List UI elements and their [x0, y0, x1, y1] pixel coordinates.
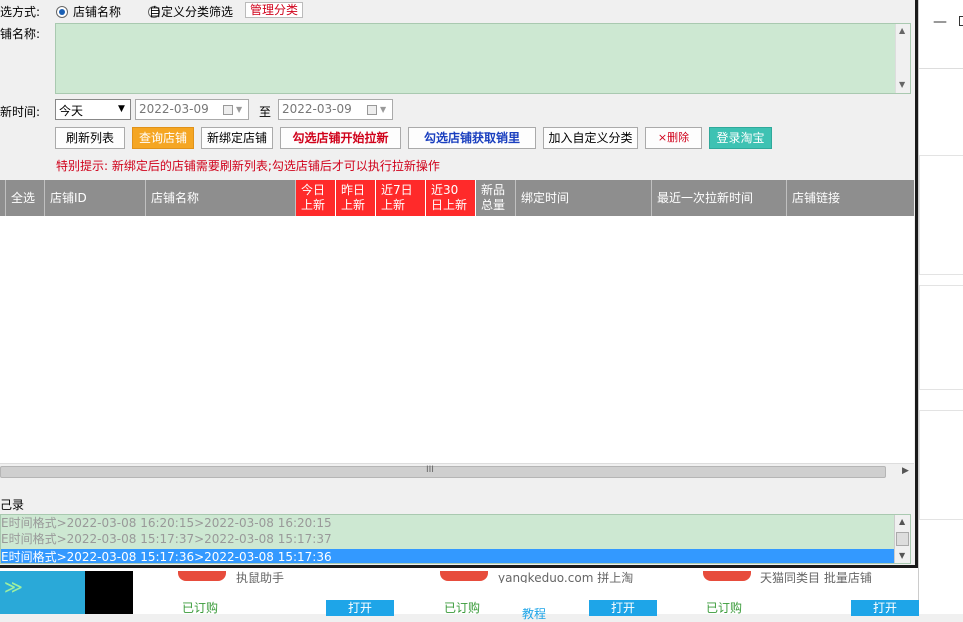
table-header-shop-id[interactable]: 店铺ID	[45, 180, 146, 216]
app-logo-icon	[440, 571, 488, 581]
tip-text: 特别提示: 新绑定后的店铺需要刷新列表;勾选店铺后才可以执行拉新操作	[56, 159, 440, 173]
delete-button[interactable]: ×删除	[645, 127, 702, 149]
header-line: 上新	[301, 198, 326, 212]
radio-custom-category-label[interactable]: 自定义分类筛选	[149, 3, 233, 20]
card2-subtitle: yangkeduo.com 拼上淘	[498, 571, 634, 583]
log-line: E时间格式>2022-03-08 15:17:37>2022-03-08 15:…	[1, 532, 332, 546]
calendar-icon	[223, 105, 233, 115]
date-range-value: 今天	[59, 104, 84, 118]
table-header-7days[interactable]: 近7日 上新	[376, 180, 426, 216]
bg-card-placeholder	[919, 285, 963, 390]
table-header-30days[interactable]: 近30 日上新	[426, 180, 476, 216]
header-line: 昨日	[341, 183, 366, 197]
shop-name-textarea[interactable]: ▲ ▼	[55, 23, 911, 94]
shop-name-label: 铺名称:	[0, 27, 41, 41]
header-line: 新品	[481, 183, 506, 197]
scroll-grip-icon: III	[426, 465, 434, 475]
maximize-icon[interactable]	[959, 16, 963, 26]
textarea-scrollbar[interactable]: ▲ ▼	[895, 24, 910, 93]
bg-card-placeholder	[919, 410, 963, 520]
radio-shop-name[interactable]	[56, 5, 68, 18]
table-header-today[interactable]: 今日 上新	[296, 180, 336, 216]
end-date-picker[interactable]: 2022-03-09 ▼	[278, 99, 393, 120]
bg-card-placeholder	[919, 155, 963, 275]
refresh-list-button[interactable]: 刷新列表	[55, 127, 125, 149]
start-pull-new-button[interactable]: 勾选店铺开始拉新	[280, 127, 401, 149]
table-header-shop-link[interactable]: 店铺链接	[787, 180, 914, 216]
scroll-up-icon[interactable]: ▲	[899, 26, 905, 35]
header-line: 近30	[431, 183, 459, 197]
filter-label: 选方式:	[0, 5, 41, 19]
horizontal-scrollbar[interactable]: III ▶	[0, 463, 914, 480]
card1-status: 已订购	[182, 601, 219, 615]
header-line: 总量	[481, 198, 506, 212]
scroll-down-icon[interactable]: ▼	[899, 551, 905, 560]
scroll-up-icon[interactable]: ▲	[899, 517, 905, 526]
table-body[interactable]	[0, 216, 914, 463]
log-line-selected: E时间格式>2022-03-08 15:17:36>2022-03-08 15:…	[1, 549, 894, 563]
manage-category-link[interactable]: 管理分类	[245, 2, 304, 18]
header-line: 上新	[381, 198, 406, 212]
header-line: 日上新	[431, 198, 468, 212]
table-header-select-all[interactable]: 全选	[6, 180, 45, 216]
log-list[interactable]: E时间格式>2022-03-08 16:20:15>2022-03-08 16:…	[0, 514, 911, 564]
card3-status: 已订购	[706, 601, 743, 615]
table-header-total[interactable]: 新品 总量	[476, 180, 516, 216]
log-label: 己录	[0, 498, 25, 512]
get-sales-button[interactable]: 勾选店铺获取销里	[408, 127, 536, 149]
bg-dark-block	[85, 571, 133, 614]
leaf-icon: ≫	[4, 577, 23, 598]
chevron-down-icon: ▼	[118, 104, 125, 114]
date-to-label: 至	[259, 105, 272, 119]
bg-banner-image: ≫	[0, 571, 85, 614]
radio-shop-name-label[interactable]: 店铺名称	[73, 3, 121, 20]
date-label: 新时间:	[0, 105, 41, 119]
table-header-yesterday[interactable]: 昨日 上新	[336, 180, 376, 216]
query-shop-button[interactable]: 查询店铺	[132, 127, 194, 149]
add-custom-category-button[interactable]: 加入自定义分类	[543, 127, 638, 149]
log-line: E时间格式>2022-03-08 16:20:15>2022-03-08 16:…	[1, 516, 332, 530]
chevron-down-icon: ▼	[236, 105, 243, 114]
header-line: 上新	[341, 198, 366, 212]
card1-subtitle: 执鼠助手	[236, 571, 285, 583]
minimize-button[interactable]: —	[933, 14, 947, 30]
start-date-value: 2022-03-09	[139, 102, 209, 116]
table-header-shop-name[interactable]: 店铺名称	[146, 180, 296, 216]
scrollbar-thumb[interactable]: III	[0, 465, 886, 478]
app-logo-icon	[703, 571, 751, 581]
scroll-down-icon[interactable]: ▼	[899, 80, 905, 89]
divider	[919, 68, 963, 69]
table-header-last-pull-time[interactable]: 最近一次拉新时间	[652, 180, 787, 216]
start-date-picker[interactable]: 2022-03-09 ▼	[135, 99, 249, 120]
app-logo-icon	[178, 571, 226, 581]
scroll-right-icon[interactable]: ▶	[902, 466, 909, 476]
card3-subtitle: 天猫同类目 批量店铺	[760, 571, 872, 583]
background-right-panel: —	[918, 0, 963, 614]
end-date-value: 2022-03-09	[282, 102, 352, 116]
log-scroll-thumb[interactable]	[896, 532, 909, 546]
date-range-select[interactable]: 今天 ▼	[55, 99, 131, 120]
chevron-down-icon: ▼	[380, 105, 387, 114]
login-taobao-button[interactable]: 登录淘宝	[709, 127, 772, 149]
log-scrollbar[interactable]: ▲ ▼	[894, 515, 910, 563]
card2-status: 已订购	[444, 601, 481, 615]
bind-new-shop-button[interactable]: 新绑定店铺	[201, 127, 273, 149]
header-line: 今日	[301, 183, 326, 197]
table-header-bind-time[interactable]: 绑定时间	[516, 180, 652, 216]
calendar-icon	[367, 105, 377, 115]
shop-manager-window: 选方式: 店铺名称 自定义分类筛选 管理分类 铺名称: ▲ ▼ 新时间: 今天 …	[0, 0, 918, 568]
header-line: 近7日	[381, 183, 413, 197]
